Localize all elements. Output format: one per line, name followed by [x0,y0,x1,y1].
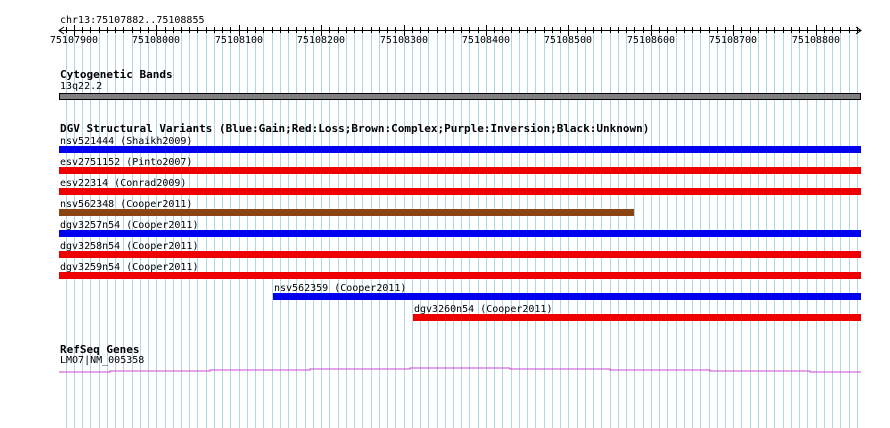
variant-bar[interactable] [59,167,861,174]
ruler-tick-label: 75108500 [543,35,593,46]
cytoband-bar[interactable] [59,93,861,100]
ruler-tick-label: 75108200 [296,35,346,46]
variant-bar[interactable] [59,251,861,258]
ruler-tick-label: 75107900 [49,35,99,46]
genome-browser-panel: chr13:75107882..75108855 75107900 7510800… [0,0,890,428]
ruler-tick-label: 75108100 [214,35,264,46]
refseq-gene-label: LMO7|NM_005358 [60,355,145,366]
ruler-tick-label: 75108600 [626,35,676,46]
variant-bar[interactable] [59,209,634,216]
variant-bar[interactable] [413,314,861,321]
variant-bar[interactable] [59,188,861,195]
ruler-position-label: chr13:75107882..75108855 [60,15,205,26]
ruler-tick-label: 75108000 [131,35,181,46]
ruler-tick-label: 75108700 [708,35,758,46]
ruler-tick-label: 75108400 [461,35,511,46]
variant-bar[interactable] [59,146,861,153]
cytoband-track-title: Cytogenetic Bands [60,68,173,81]
ruler-tick-label: 75108300 [379,35,429,46]
variant-bar[interactable] [59,272,861,279]
cytoband-label: 13q22.2 [60,81,103,92]
ruler-tick-label: 75108800 [791,35,841,46]
dgv-track-title: DGV Structural Variants (Blue:Gain;Red:L… [60,122,650,135]
variant-bar[interactable] [273,293,861,300]
variant-bar[interactable] [59,230,861,237]
